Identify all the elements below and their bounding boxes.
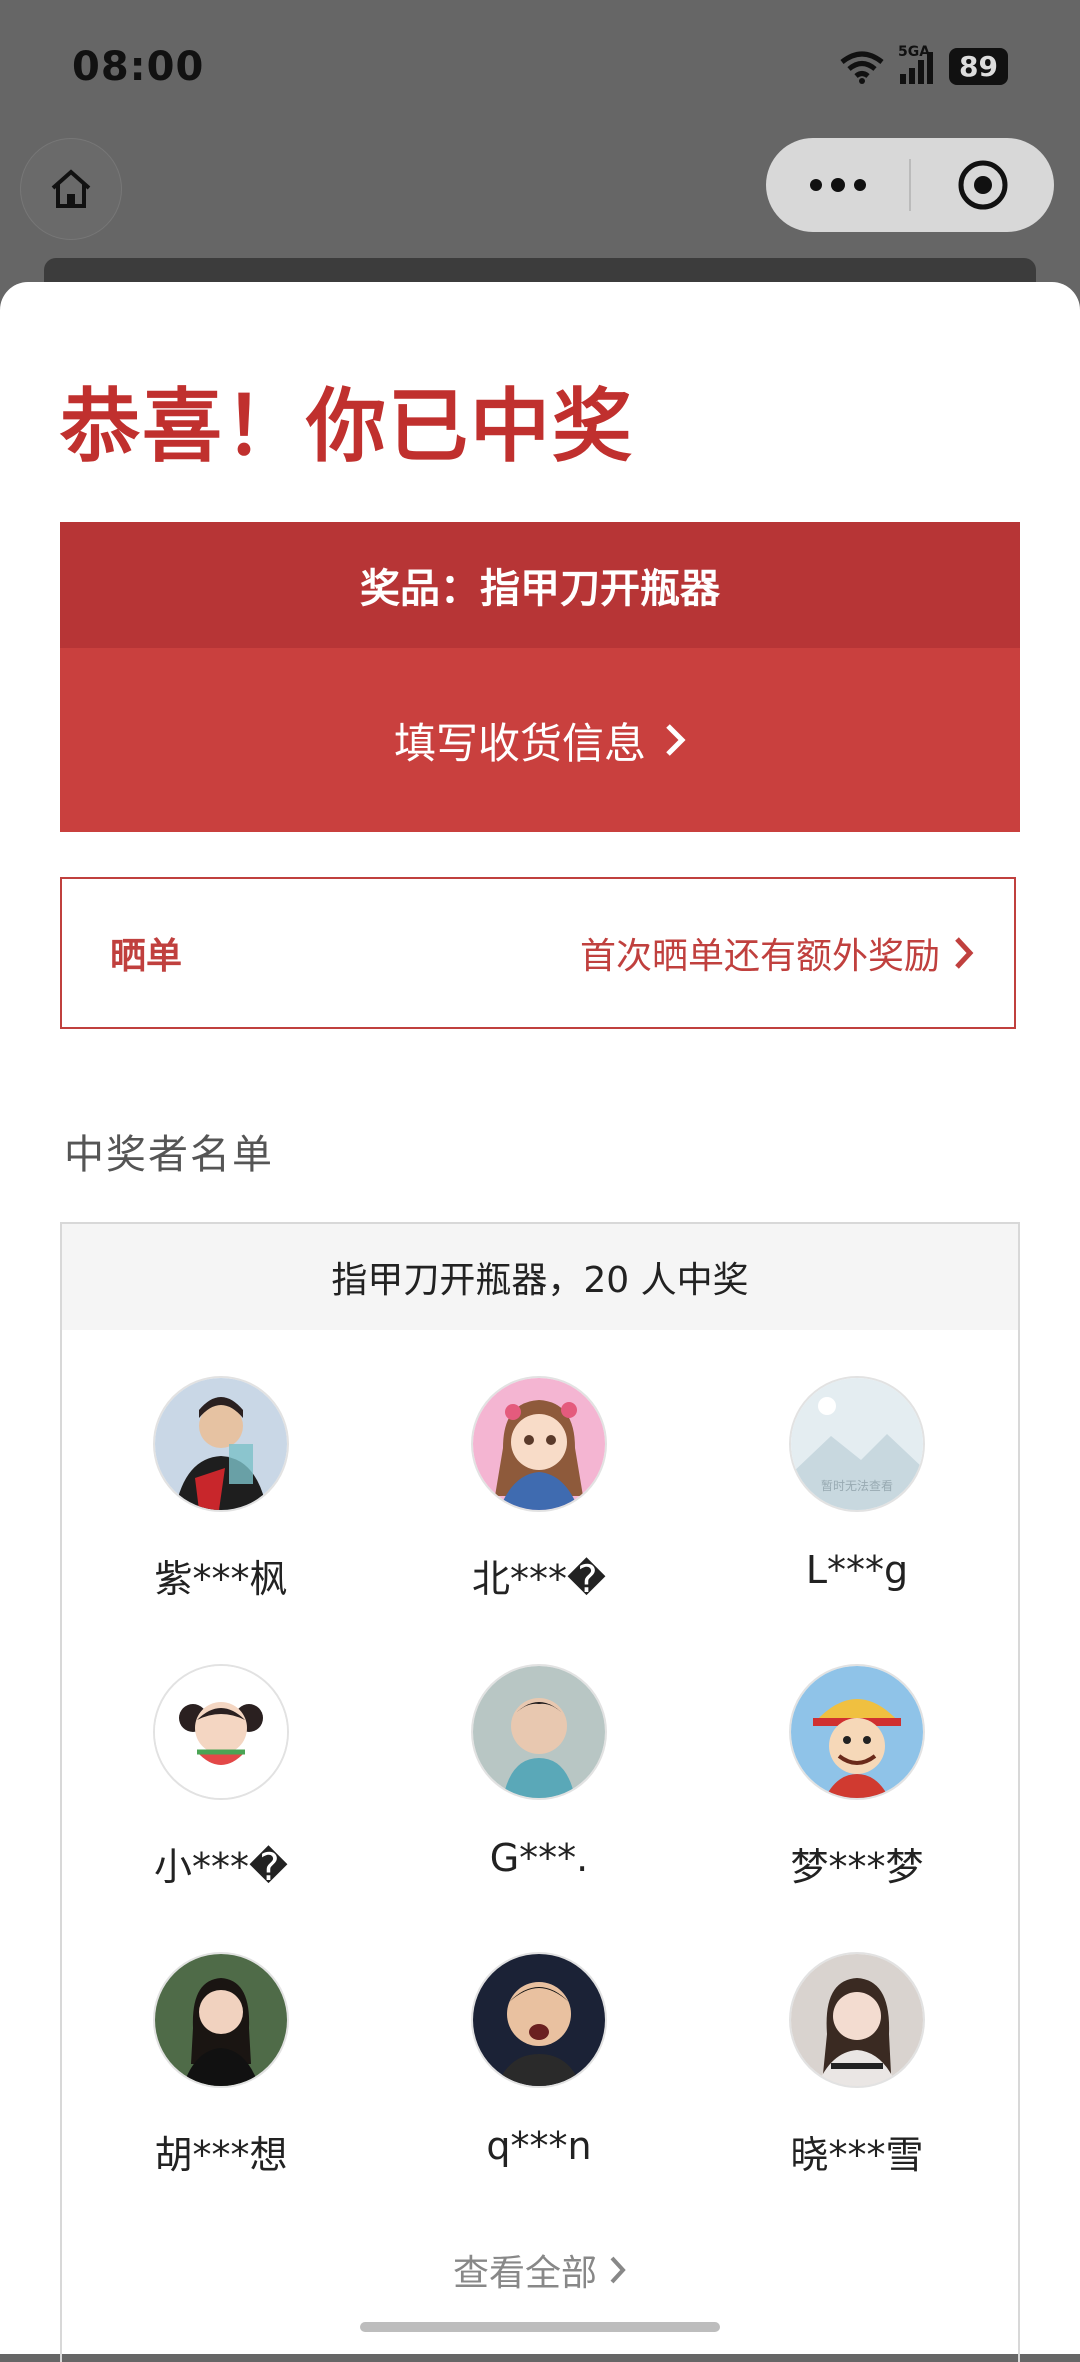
winner-item: 紫***枫 [62, 1376, 380, 1603]
winner-name: 晓***雪 [790, 2133, 924, 2177]
wifi-icon [840, 51, 884, 84]
home-indicator[interactable] [360, 2322, 720, 2332]
winner-name: G***. [489, 1836, 589, 1880]
winner-item: 梦***梦 [698, 1664, 1016, 1891]
status-icons: 5GA 89 [840, 44, 1008, 85]
congrats-title: 恭喜！你已中奖 [60, 379, 634, 473]
winner-name: 北***� [472, 1557, 606, 1601]
avatar [153, 1952, 289, 2088]
winners-section-title: 中奖者名单 [64, 1132, 274, 1178]
network-type: 5GA [898, 43, 931, 60]
chevron-right-icon [666, 724, 686, 756]
signal-icon: 5GA [898, 44, 934, 84]
winners-list: 指甲刀开瓶器，20 人中奖 紫***枫 北***� 暂时无法查看 L***g 小… [60, 1222, 1020, 2362]
avatar [471, 1376, 607, 1512]
fill-address-button[interactable]: 填写收货信息 [60, 648, 1020, 832]
winner-item: 小***� [62, 1664, 380, 1891]
avatar [153, 1376, 289, 1512]
avatar [789, 1664, 925, 1800]
share-tip: 首次晒单还有额外奖励 [580, 927, 974, 979]
winner-name: 梦***梦 [790, 1845, 924, 1889]
avatar [471, 1952, 607, 2088]
target-close-icon [958, 160, 1007, 210]
view-all-link[interactable]: 查看全部 [62, 2244, 1018, 2296]
avatar [789, 1952, 925, 2088]
fill-address-label: 填写收货信息 [393, 718, 646, 768]
home-button[interactable] [20, 138, 122, 240]
avatar [153, 1664, 289, 1800]
status-bar: 08:00 5GA 89 [0, 0, 1080, 130]
view-all-label: 查看全部 [452, 2253, 597, 2294]
winner-item: G***. [380, 1664, 698, 1880]
more-button[interactable] [766, 138, 909, 232]
mini-program-capsule [766, 138, 1054, 232]
avatar-placeholder: 暂时无法查看 [789, 1376, 925, 1512]
winner-name: L***g [805, 1548, 909, 1592]
prize-sheet: 恭喜！你已中奖 奖品：指甲刀开瓶器 填写收货信息 晒单 首次晒单还有额外奖励 中… [0, 282, 1080, 2362]
winner-name: 小***� [154, 1845, 288, 1889]
share-order-button[interactable]: 晒单 首次晒单还有额外奖励 [60, 877, 1016, 1029]
chevron-right-icon [610, 2256, 626, 2284]
share-tip-text: 首次晒单还有额外奖励 [579, 936, 940, 977]
status-time: 08:00 [72, 44, 205, 90]
winner-item: 暂时无法查看 L***g [698, 1376, 1016, 1592]
winner-item: 晓***雪 [698, 1952, 1016, 2179]
close-button[interactable] [911, 138, 1054, 232]
battery-indicator: 89 [949, 48, 1008, 85]
winner-item: q***n [380, 1952, 698, 2168]
placeholder-text: 暂时无法查看 [821, 1479, 893, 1493]
winner-item: 胡***想 [62, 1952, 380, 2179]
avatar [471, 1664, 607, 1800]
share-label: 晒单 [110, 936, 183, 977]
prize-box: 奖品：指甲刀开瓶器 填写收货信息 [60, 522, 1020, 832]
winner-name: 胡***想 [154, 2133, 288, 2177]
winners-header: 指甲刀开瓶器，20 人中奖 [62, 1224, 1018, 1330]
more-dots-icon [809, 178, 866, 192]
winner-item: 北***� [380, 1376, 698, 1603]
prize-label: 奖品：指甲刀开瓶器 [60, 522, 1020, 648]
winner-name: 紫***枫 [154, 1557, 288, 1601]
winner-name: q***n [486, 2124, 592, 2168]
chevron-right-icon [955, 937, 974, 969]
home-icon [51, 169, 91, 208]
